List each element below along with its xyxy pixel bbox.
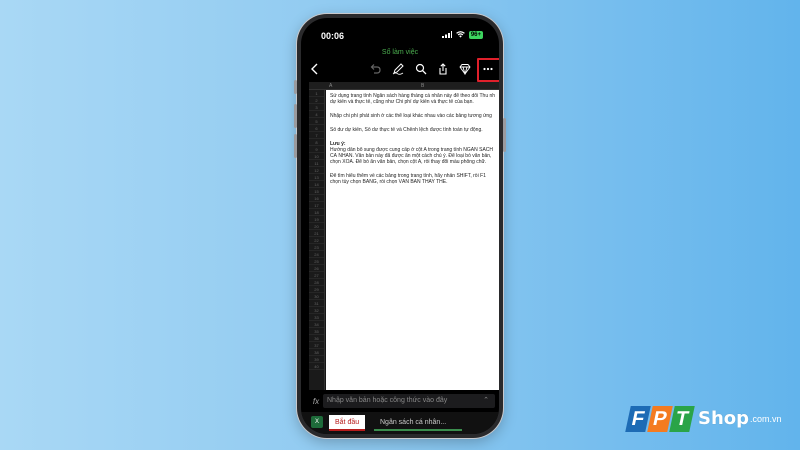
phone-frame: 00:06 96+ Sổ làm việc A B 1 2 3 4 5 6 7 …	[297, 14, 503, 438]
row-number[interactable]: 39	[309, 356, 324, 363]
highlight-box	[477, 58, 499, 82]
undo-button[interactable]	[367, 61, 383, 77]
wifi-icon	[455, 30, 465, 40]
toolbar	[301, 58, 499, 80]
column-label-b[interactable]: B	[421, 83, 424, 89]
row-number[interactable]: 26	[309, 265, 324, 272]
cell-line: Nhập chi phí phát sinh ở các thể loại kh…	[330, 113, 492, 119]
row-number[interactable]: 21	[309, 230, 324, 237]
column-header: A B	[309, 82, 499, 90]
diamond-icon	[459, 64, 471, 75]
row-number[interactable]: 33	[309, 314, 324, 321]
chevron-up-icon[interactable]: ⌃	[483, 394, 489, 408]
logo-letter-t: T	[669, 406, 695, 432]
phone-button	[294, 80, 297, 94]
row-number[interactable]: 25	[309, 258, 324, 265]
formula-placeholder: Nhập văn bản hoặc công thức vào đây	[327, 397, 448, 404]
spreadsheet-grid[interactable]: A B 1 2 3 4 5 6 7 8 9 10 11 12 13 14 15 16 17 18 19 20 21 22 2…	[309, 82, 499, 390]
row-number[interactable]: 40	[309, 363, 324, 370]
cell-line: chọn XÓA. Để bỏ ẩn văn bản, chọn cột A, …	[330, 159, 487, 165]
row-number[interactable]: 13	[309, 174, 324, 181]
row-number[interactable]: 35	[309, 328, 324, 335]
status-time: 00:06	[321, 31, 345, 41]
row-number[interactable]: 29	[309, 286, 324, 293]
tab-bat-dau[interactable]: Bắt đầu	[329, 415, 366, 431]
formula-input[interactable]: Nhập văn bản hoặc công thức vào đây ⌃	[323, 394, 495, 408]
draw-button[interactable]	[390, 61, 406, 77]
column-label-a[interactable]: A	[329, 83, 332, 89]
row-number[interactable]: 7	[309, 132, 324, 139]
phone-button	[294, 104, 297, 128]
row-number[interactable]: 34	[309, 321, 324, 328]
cell-line: Số dư dự kiến, Số dư thực tế và Chênh lệ…	[330, 127, 483, 133]
row-number[interactable]: 31	[309, 300, 324, 307]
row-number[interactable]: 36	[309, 335, 324, 342]
logo-domain-text: .com.vn	[750, 414, 782, 424]
row-number[interactable]: 3	[309, 104, 324, 111]
row-number[interactable]: 8	[309, 139, 324, 146]
row-number[interactable]: 22	[309, 237, 324, 244]
row-number[interactable]: 5	[309, 118, 324, 125]
row-number[interactable]: 37	[309, 342, 324, 349]
cell-line: chọn tùy chọn BẢNG, rồi chọn VĂN BẢN THA…	[330, 179, 448, 185]
row-number[interactable]: 11	[309, 160, 324, 167]
row-number[interactable]: 4	[309, 111, 324, 118]
phone-screen: 00:06 96+ Sổ làm việc A B 1 2 3 4 5 6 7 …	[301, 18, 499, 434]
status-icons: 96+	[441, 30, 483, 40]
row-number[interactable]: 24	[309, 251, 324, 258]
share-icon	[439, 63, 447, 75]
row-number[interactable]: 27	[309, 272, 324, 279]
tab-ngan-sach[interactable]: Ngân sách cá nhân...	[374, 415, 462, 431]
premium-button[interactable]	[457, 61, 473, 77]
row-number[interactable]: 14	[309, 181, 324, 188]
formula-bar: fx Nhập văn bản hoặc công thức vào đây ⌃	[309, 394, 495, 408]
row-number[interactable]: 23	[309, 244, 324, 251]
row-number[interactable]: 38	[309, 349, 324, 356]
battery-icon: 96+	[468, 31, 483, 39]
row-number[interactable]: 30	[309, 293, 324, 300]
row-number[interactable]: 9	[309, 146, 324, 153]
cell-area[interactable]: Sử dụng trang tính Ngân sách hàng tháng …	[326, 90, 499, 390]
undo-icon	[370, 64, 381, 74]
search-button[interactable]	[413, 61, 429, 77]
row-number[interactable]: 28	[309, 279, 324, 286]
row-number[interactable]: 1	[309, 90, 324, 97]
row-number[interactable]: 10	[309, 153, 324, 160]
share-button[interactable]	[435, 61, 451, 77]
row-numbers: 1 2 3 4 5 6 7 8 9 10 11 12 13 14 15 16 17 18 19 20 21 22 23 24 2…	[309, 90, 325, 390]
row-number[interactable]: 16	[309, 195, 324, 202]
excel-logo-icon: X	[311, 416, 323, 428]
row-number[interactable]: 18	[309, 209, 324, 216]
sheet-tabs: X Bắt đầu Ngân sách cá nhân...	[301, 412, 499, 434]
row-number[interactable]: 19	[309, 216, 324, 223]
search-icon	[415, 63, 427, 75]
row-number[interactable]: 6	[309, 125, 324, 132]
row-number[interactable]: 32	[309, 307, 324, 314]
logo-tiles: F P T	[625, 406, 695, 432]
cell-line: dự kiến và thực tế, cũng như Chi phí dự …	[330, 99, 474, 105]
pen-icon	[392, 63, 404, 75]
phone-button	[294, 134, 297, 158]
row-number[interactable]: 15	[309, 188, 324, 195]
document-title: Sổ làm việc	[381, 49, 419, 56]
row-number[interactable]: 12	[309, 167, 324, 174]
signal-icon	[441, 30, 452, 40]
fx-icon: fx	[312, 396, 320, 406]
status-bar: 00:06 96+	[301, 18, 499, 48]
phone-button	[503, 118, 506, 152]
row-number[interactable]: 17	[309, 202, 324, 209]
back-button[interactable]	[307, 61, 323, 77]
row-number[interactable]: 2	[309, 97, 324, 104]
row-number[interactable]: 20	[309, 223, 324, 230]
fptshop-logo: F P T Shop .com.vn	[625, 398, 782, 432]
logo-shop-text: Shop	[698, 408, 750, 429]
chevron-left-icon	[311, 63, 318, 75]
